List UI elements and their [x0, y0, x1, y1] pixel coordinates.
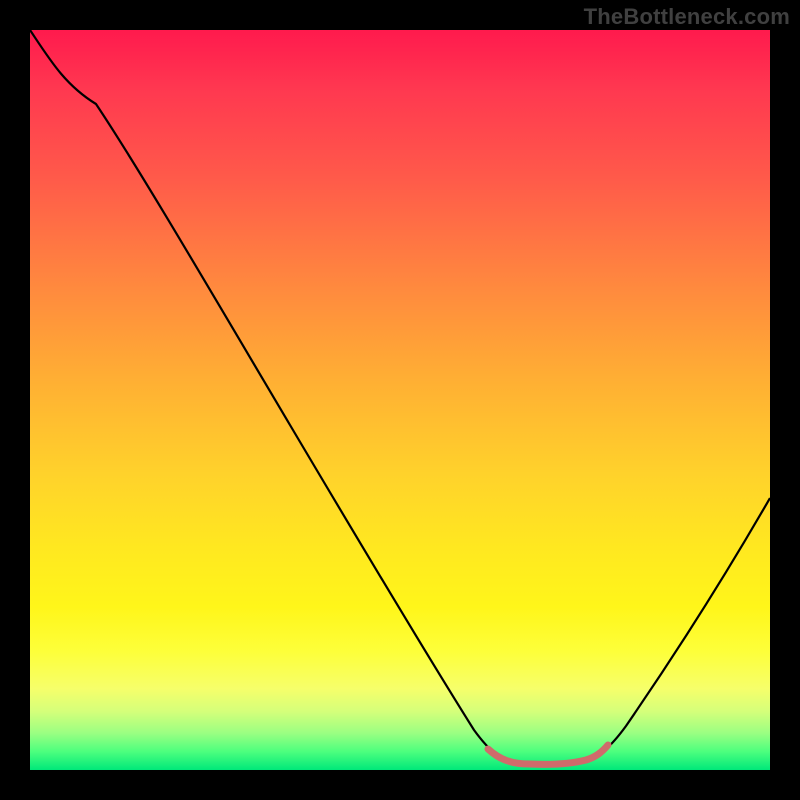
bottleneck-curve: [30, 30, 770, 764]
site-watermark: TheBottleneck.com: [584, 4, 790, 30]
near-zero-highlight: [488, 745, 608, 764]
chart-frame: TheBottleneck.com: [0, 0, 800, 800]
plot-area: [30, 30, 770, 770]
curve-layer: [30, 30, 770, 770]
